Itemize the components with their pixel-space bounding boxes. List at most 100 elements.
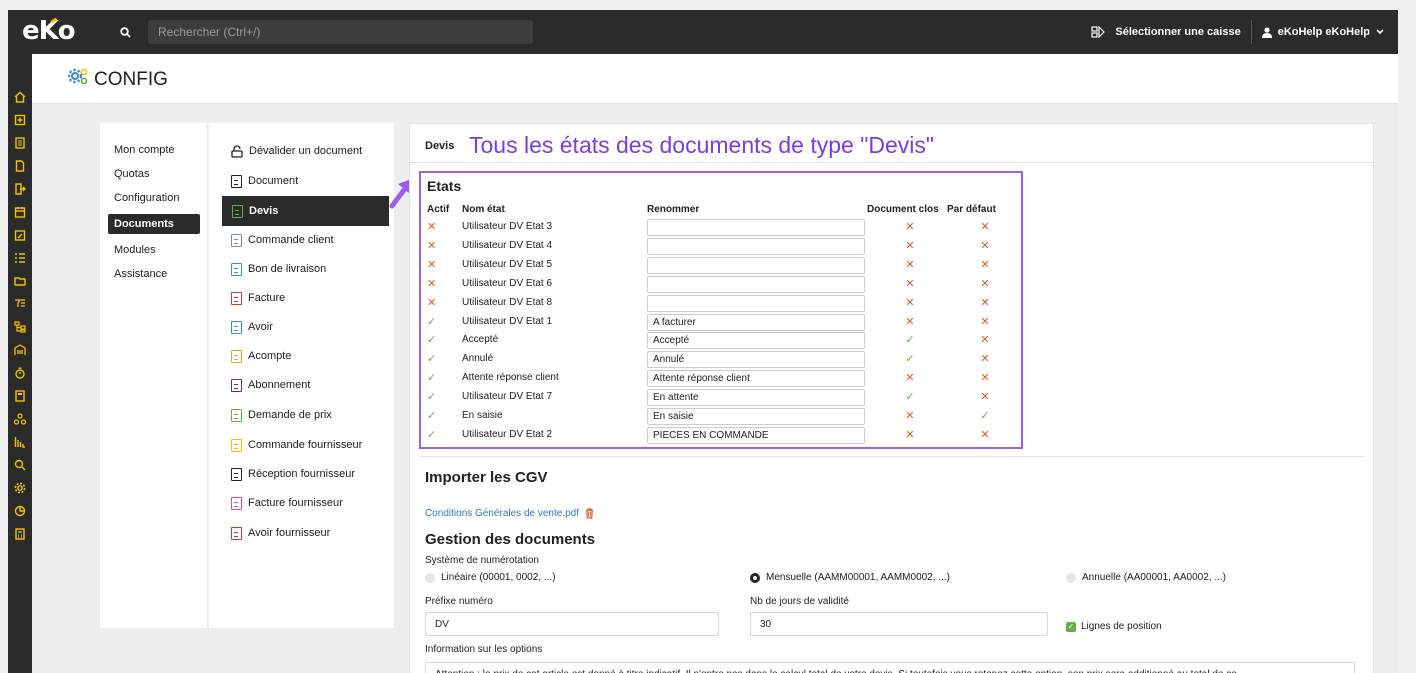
check-icon[interactable]: ✓ (427, 333, 436, 346)
folder-icon[interactable] (8, 271, 32, 291)
calendar-icon[interactable] (8, 202, 32, 222)
cross-icon[interactable]: ✕ (903, 409, 917, 422)
submenu-devalider[interactable]: Dévalider un document (231, 140, 362, 162)
cross-icon[interactable]: ✕ (903, 371, 917, 384)
submenu-document[interactable]: Document (231, 170, 298, 192)
calculator-small-icon[interactable] (8, 386, 32, 406)
submenu-demande-prix[interactable]: Demande de prix (231, 404, 332, 426)
check-icon[interactable]: ✓ (427, 352, 436, 365)
info-textarea[interactable]: Attention : le prix de cet article est d… (425, 662, 1355, 673)
rename-input[interactable] (647, 219, 865, 236)
check-icon[interactable]: ✓ (903, 333, 917, 346)
menu-configuration[interactable]: Configuration (114, 188, 179, 208)
cross-icon[interactable]: ✕ (978, 333, 992, 346)
stopwatch-icon[interactable] (8, 363, 32, 383)
rename-input[interactable]: Annulé (647, 351, 865, 369)
submenu-abonnement[interactable]: Abonnement (231, 374, 310, 396)
radio-annuelle[interactable]: Annuelle (AA00001, AA0002, ...) (1066, 572, 1226, 583)
trash-icon[interactable] (585, 508, 594, 519)
submenu-avoir-fournisseur[interactable]: Avoir fournisseur (231, 522, 330, 544)
rename-input[interactable]: En saisie (647, 408, 865, 425)
cross-icon[interactable]: ✕ (427, 258, 436, 271)
cross-icon[interactable]: ✕ (903, 239, 917, 252)
cross-icon[interactable]: ✕ (978, 220, 992, 233)
check-icon[interactable]: ✓ (903, 390, 917, 403)
bar-chart-icon[interactable] (8, 432, 32, 452)
app-logo[interactable]: eKo (22, 16, 76, 46)
rename-input[interactable]: A facturer (647, 313, 865, 331)
prefixe-input[interactable]: DV (425, 612, 719, 636)
check-icon[interactable]: ✓ (427, 371, 436, 384)
cross-icon[interactable]: ✕ (903, 296, 917, 309)
cross-icon[interactable]: ✕ (903, 258, 917, 271)
validite-input[interactable]: 30 (750, 612, 1048, 636)
cross-icon[interactable]: ✕ (978, 296, 992, 309)
cgv-file-link[interactable]: Conditions Générales de vente.pdf (425, 508, 579, 519)
filter-list-icon[interactable] (8, 294, 32, 314)
check-icon[interactable]: ✓ (978, 409, 992, 422)
cross-icon[interactable]: ✕ (903, 220, 917, 233)
search-icon[interactable] (111, 20, 139, 44)
check-icon[interactable]: ✓ (427, 315, 436, 328)
menu-mon-compte[interactable]: Mon compte (114, 140, 175, 160)
cross-icon[interactable]: ✕ (903, 315, 917, 328)
rename-input[interactable]: Accepté (647, 332, 865, 350)
rename-input[interactable]: PIECES EN COMMANDE (647, 426, 865, 444)
home-icon[interactable] (8, 87, 32, 107)
submenu-commande-fournisseur[interactable]: Commande fournisseur (231, 434, 362, 456)
cross-icon[interactable]: ✕ (903, 428, 917, 441)
rename-input[interactable] (647, 294, 865, 312)
calculator-icon[interactable] (8, 524, 32, 544)
menu-quotas[interactable]: Quotas (114, 164, 149, 184)
settings-icon[interactable] (8, 478, 32, 498)
warehouse-icon[interactable] (8, 340, 32, 360)
cross-icon[interactable]: ✕ (427, 277, 436, 290)
add-document-icon[interactable] (8, 110, 32, 130)
radio-mensuelle[interactable]: Mensuelle (AAMM00001, AAMM0002, ...) (750, 572, 950, 583)
submenu-bon-livraison[interactable]: Bon de livraison (231, 258, 326, 280)
submenu-avoir[interactable]: Avoir (231, 316, 273, 338)
cross-icon[interactable]: ✕ (978, 352, 992, 365)
pie-chart-icon[interactable] (8, 501, 32, 521)
cross-icon[interactable]: ✕ (427, 296, 436, 309)
rename-input[interactable]: Attente réponse client (647, 370, 865, 388)
cross-icon[interactable]: ✕ (978, 428, 992, 441)
search-input[interactable]: Rechercher (Ctrl+/) (148, 20, 533, 44)
cross-icon[interactable]: ✕ (978, 315, 992, 328)
menu-assistance[interactable]: Assistance (114, 264, 167, 284)
cross-icon[interactable]: ✕ (903, 277, 917, 290)
list-icon[interactable] (8, 248, 32, 268)
cross-icon[interactable]: ✕ (978, 371, 992, 384)
hierarchy-icon[interactable] (8, 317, 32, 337)
check-icon[interactable]: ✓ (427, 428, 436, 441)
check-icon[interactable]: ✓ (427, 409, 436, 422)
rename-input[interactable] (647, 237, 865, 255)
tab-devis[interactable]: Devis (425, 140, 454, 152)
cross-icon[interactable]: ✕ (978, 277, 992, 290)
rename-input[interactable] (647, 256, 865, 274)
cross-icon[interactable]: ✕ (978, 390, 992, 403)
menu-documents[interactable]: Documents (108, 214, 200, 234)
select-caisse-button[interactable]: Sélectionner une caisse (1091, 26, 1241, 38)
submenu-facture-fournisseur[interactable]: Facture fournisseur (231, 492, 343, 514)
network-icon[interactable] (8, 409, 32, 429)
rename-input[interactable] (647, 275, 865, 293)
submenu-acompte[interactable]: Acompte (231, 345, 291, 367)
submenu-facture[interactable]: Facture (231, 287, 285, 309)
cross-icon[interactable]: ✕ (978, 258, 992, 271)
menu-modules[interactable]: Modules (114, 240, 156, 260)
list-document-icon[interactable] (8, 133, 32, 153)
document-icon[interactable] (8, 156, 32, 176)
user-menu[interactable]: eKoHelp eKoHelp (1261, 26, 1384, 38)
cross-icon[interactable]: ✕ (427, 239, 436, 252)
cross-icon[interactable]: ✕ (978, 239, 992, 252)
export-document-icon[interactable] (8, 179, 32, 199)
check-icon[interactable]: ✓ (427, 390, 436, 403)
lignes-position-checkbox[interactable]: ✓ Lignes de position (1066, 621, 1162, 632)
cross-icon[interactable]: ✕ (427, 220, 436, 233)
submenu-reception-fournisseur[interactable]: Réception fournisseur (231, 463, 355, 485)
submenu-commande-client[interactable]: Commande client (231, 229, 334, 251)
rename-input[interactable]: En attente (647, 389, 865, 407)
radio-lineaire[interactable]: Linéaire (00001, 0002, ...) (425, 572, 556, 583)
edit-calendar-icon[interactable] (8, 225, 32, 245)
